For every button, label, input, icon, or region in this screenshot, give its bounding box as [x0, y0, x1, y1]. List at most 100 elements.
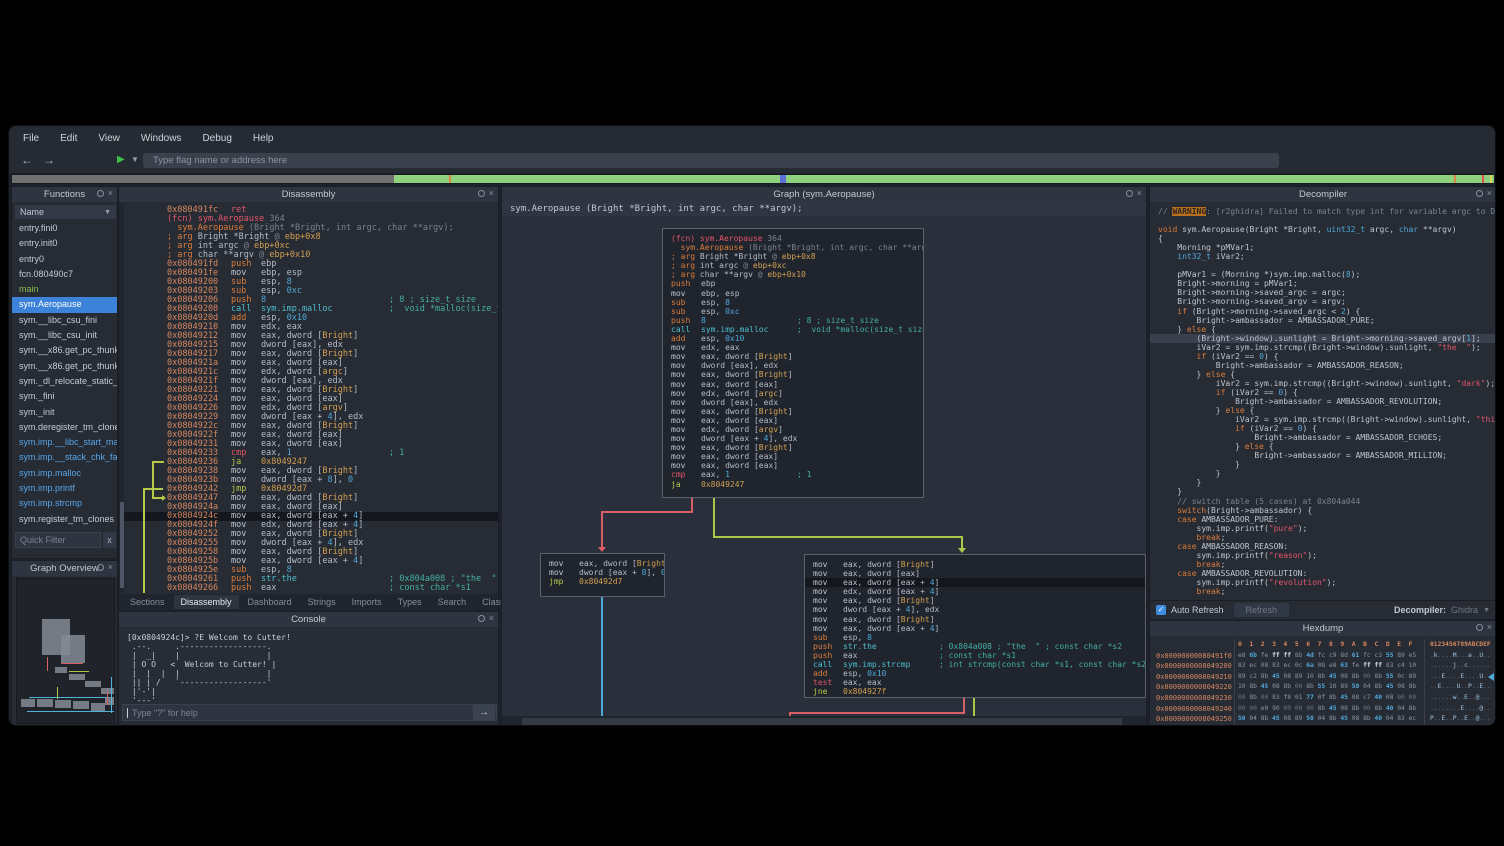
decompiler-line[interactable]: if (Bright->morning->saved_argc < 2) {	[1158, 307, 1496, 316]
graph-node-line[interactable]: callsym.imp.malloc; void *malloc(size_t …	[671, 325, 923, 334]
decompiler-line[interactable]: Bright->morning->saved_argv = argv;	[1158, 297, 1496, 306]
decompiler-line[interactable]: Bright->ambassador = AMBASSADOR_REASON;	[1158, 361, 1496, 370]
debug-play-icon[interactable]: ▶	[117, 154, 125, 165]
functions-column-header[interactable]: Name ▼	[15, 205, 116, 219]
menu-item-file[interactable]: File	[23, 133, 39, 144]
tab-disassembly[interactable]: Disassembly	[174, 595, 239, 609]
decompiler-line[interactable]: case AMBASSADOR_REVOLUTION:	[1158, 569, 1496, 578]
graph-overview-minimap[interactable]	[16, 578, 115, 724]
tab-sections[interactable]: Sections	[123, 595, 172, 609]
close-icon[interactable]: ×	[489, 615, 494, 622]
decompiler-line[interactable]: // WARNING: [r2ghidra] Failed to match t…	[1158, 207, 1496, 216]
function-item[interactable]: sym.register_tm_clones	[12, 512, 117, 527]
tab-search[interactable]: Search	[431, 595, 474, 609]
graph-node-line[interactable]: moveax, dword [eax]	[671, 380, 923, 389]
tab-types[interactable]: Types	[391, 595, 429, 609]
tab-imports[interactable]: Imports	[345, 595, 389, 609]
gear-icon[interactable]	[1476, 190, 1483, 197]
decompiler-line[interactable]: }	[1158, 460, 1496, 469]
graph-node-line[interactable]: moveax, dword [Bright]	[671, 407, 923, 416]
graph-node-false-branch[interactable]: moveax, dword [Bright]movdword [eax + 8]…	[540, 553, 665, 597]
function-item[interactable]: sym.__x86.get_pc_thunk.bp	[12, 343, 117, 358]
decompiler-engine-select[interactable]: Ghidra	[1451, 605, 1478, 615]
decompiler-line[interactable]: sym.imp.printf("pure");	[1158, 524, 1496, 533]
decompiler-line[interactable]: iVar2 = sym.imp.strcmp((Bright->window).…	[1158, 343, 1496, 352]
graph-node-line[interactable]: movedx, dword [argv]	[671, 425, 923, 434]
play-dropdown-chevron-icon[interactable]: ▼	[131, 155, 139, 164]
decompiler-line[interactable]: Morning *pMVar1;	[1158, 243, 1496, 252]
graph-node-line[interactable]: sym.Aeropause (Bright *Bright, int argc,…	[671, 243, 923, 252]
function-item[interactable]: sym.deregister_tm_clones	[12, 420, 117, 435]
decompiler-line[interactable]: break;	[1158, 533, 1496, 542]
gear-icon[interactable]	[1476, 624, 1483, 631]
hex-row[interactable]: 0x000000000804921089 c2 8b 45 08 89 10 8…	[1150, 672, 1496, 683]
graph-node-line[interactable]: movdword [eax], edx	[671, 398, 923, 407]
decompiler-line[interactable]: Bright->morning->saved_argc = argc;	[1158, 288, 1496, 297]
decompiler-line[interactable]: break;	[1158, 560, 1496, 569]
graph-node-line[interactable]: testeax, eax	[813, 678, 1145, 687]
decompiler-line[interactable]: iVar2 = sym.imp.strcmp((Bright->window).…	[1158, 379, 1496, 388]
decompiler-line[interactable]	[1158, 261, 1496, 270]
decompiler-line[interactable]: } else {	[1158, 325, 1496, 334]
function-item[interactable]: sym.imp.strcmp	[12, 496, 117, 511]
graph-canvas[interactable]: (fcn) sym.Aeropause 364 sym.Aeropause (B…	[502, 216, 1146, 716]
function-item[interactable]: sym.__x86.get_pc_thunk.bx	[12, 359, 117, 374]
graph-node-line[interactable]: moveax, dword [eax]	[671, 461, 923, 470]
decompiler-line[interactable]: Bright->ambassador = AMBASSADOR_MILLION;	[1158, 451, 1496, 460]
decompiler-line[interactable]: case AMBASSADOR_REASON:	[1158, 542, 1496, 551]
gear-icon[interactable]	[478, 615, 485, 622]
function-item[interactable]: sym._dl_relocate_static_pie	[12, 374, 117, 389]
gear-icon[interactable]	[1126, 190, 1133, 197]
graph-node-line[interactable]: jmp0x80492d7	[549, 577, 664, 586]
graph-node-line[interactable]: moveax, dword [eax]	[671, 452, 923, 461]
decompiler-line[interactable]: break;	[1158, 587, 1496, 596]
decompiler-line[interactable]: iVar2 = sym.imp.strcmp((Bright->window).…	[1158, 415, 1496, 424]
graph-node-line[interactable]: callsym.imp.strcmp; int strcmp(const cha…	[813, 660, 1145, 669]
graph-horizontal-scrollbar[interactable]	[502, 716, 1146, 726]
graph-node-line[interactable]: moveax, dword [Bright]	[813, 596, 1145, 605]
graph-node-line[interactable]: pusheax; const char *s1	[813, 651, 1145, 660]
function-item[interactable]: main	[12, 282, 117, 297]
console-input[interactable]	[128, 708, 473, 718]
decompiler-line[interactable]: case AMBASSADOR_PURE:	[1158, 515, 1496, 524]
menu-item-help[interactable]: Help	[253, 133, 274, 144]
hex-row[interactable]: 0x000000000804925050 04 8b 45 08 89 50 0…	[1150, 714, 1496, 725]
hex-row[interactable]: 0x000000000804922010 8b 45 08 8b 00 8b 5…	[1150, 682, 1496, 693]
graph-node-line[interactable]: moveax, dword [Bright]	[671, 370, 923, 379]
decompiler-line[interactable]: }	[1158, 487, 1496, 496]
decompiler-line[interactable]: }	[1158, 469, 1496, 478]
graph-node-line[interactable]: addesp, 0x10	[813, 669, 1145, 678]
function-item[interactable]: sym.imp.__stack_chk_fail	[12, 450, 117, 465]
function-item[interactable]: sym.__libc_csu_fini	[12, 313, 117, 328]
graph-node-line[interactable]: movdword [eax + 8], 0	[549, 568, 664, 577]
graph-node-line[interactable]: cmpeax, 1; 1	[671, 470, 923, 479]
decompiler-line[interactable]: } else {	[1158, 442, 1496, 451]
decompiler-line[interactable]: } else {	[1158, 406, 1496, 415]
decompiler-line[interactable]: sym.imp.printf("revolution");	[1158, 578, 1496, 587]
gear-icon[interactable]	[97, 190, 104, 197]
graph-node-line[interactable]: ; arg char **argv @ ebp+0x10	[671, 270, 923, 279]
function-item[interactable]: sym.imp.malloc	[12, 466, 117, 481]
menu-item-windows[interactable]: Windows	[141, 133, 182, 144]
graph-node-line[interactable]: moveax, dword [Bright]	[813, 615, 1145, 624]
graph-node-line[interactable]: moveax, dword [Bright]	[671, 443, 923, 452]
function-item[interactable]: sym._fini	[12, 389, 117, 404]
hexdump-body[interactable]: 0 1 2 3 4 5 6 7 8 9 A B C D E F012345678…	[1150, 637, 1496, 726]
forward-icon[interactable]: →	[43, 153, 55, 167]
decompiler-line[interactable]: if (iVar2 == 0) {	[1158, 352, 1496, 361]
close-icon[interactable]: ×	[1137, 190, 1142, 197]
disasm-line[interactable]: 0x08049266pusheax; const char *s1	[167, 584, 498, 593]
graph-node-line[interactable]: ; arg Bright *Bright @ ebp+0x8	[671, 252, 923, 261]
gear-icon[interactable]	[97, 564, 104, 571]
hex-row[interactable]: 0x00000000080491f0e8 6b fe ff ff 8b 4d f…	[1150, 651, 1496, 662]
decompiler-line[interactable]: {	[1158, 234, 1496, 243]
scrollbar-handle[interactable]	[522, 718, 1122, 725]
close-icon[interactable]: ×	[1487, 624, 1492, 631]
graph-node-line[interactable]: movedx, dword [argc]	[671, 389, 923, 398]
menu-item-edit[interactable]: Edit	[60, 133, 77, 144]
graph-node-line[interactable]: pushebp	[671, 279, 923, 288]
decompiler-line[interactable]: if (iVar2 == 0) {	[1158, 424, 1496, 433]
filter-clear-button[interactable]: x	[103, 532, 116, 548]
gear-icon[interactable]	[478, 190, 485, 197]
graph-node-line[interactable]: subesp, 8	[671, 298, 923, 307]
